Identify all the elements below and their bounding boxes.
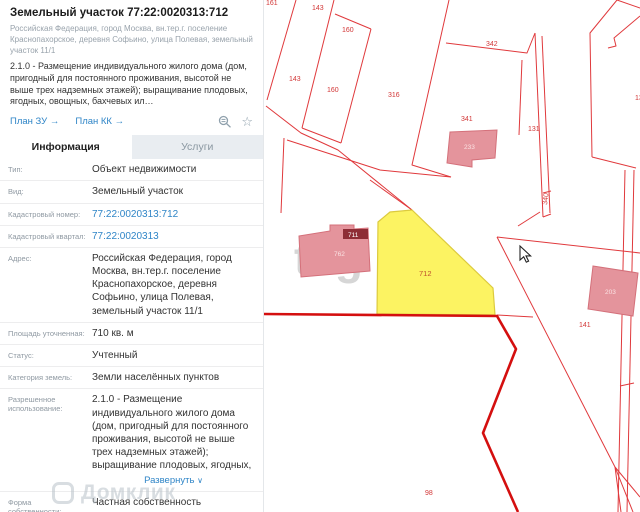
row-type: Тип: Объект недвижимости [0, 159, 263, 182]
row-kind: Вид: Земельный участок [0, 181, 263, 204]
plan-zu-link[interactable]: План ЗУ → [10, 116, 59, 127]
parcel-label-143-top: 143 [312, 5, 324, 12]
parcel-label-98: 98 [425, 490, 433, 497]
info-panel: Земельный участок 77:22:0020313:712 Росс… [0, 0, 264, 512]
favorite-star-icon[interactable]: ☆ [241, 115, 253, 128]
row-area: Площадь уточненная: 710 кв. м [0, 323, 263, 346]
chevron-down-icon: ∨ [197, 475, 203, 485]
preview-icon[interactable] [218, 115, 232, 128]
mouse-cursor [519, 244, 532, 263]
parcel-address-subtitle: Российская Федерация, город Москва, вн.т… [10, 24, 253, 55]
selected-parcel-label-712: 712 [419, 269, 432, 278]
row-land-category: Категория земель: Земли населённых пункт… [0, 367, 263, 390]
selected-parcel-712[interactable] [376, 209, 496, 316]
parcel-label-316: 316 [388, 92, 400, 99]
row-permitted-use: Разрешенное использование: 2.1.0 - Разме… [0, 389, 263, 493]
panel-tabs: Информация Услуги [0, 135, 263, 160]
map-canvas[interactable]: tag 711 762 233 203 161 143 160 143 160 … [264, 0, 640, 512]
cadastral-number-link[interactable]: 77:22:0020313:712 [92, 208, 263, 221]
building-label-233: 233 [464, 144, 475, 151]
parcel-label-143: 143 [289, 76, 301, 83]
plan-kk-link[interactable]: План КК → [75, 116, 124, 127]
tab-information[interactable]: Информация [0, 135, 132, 160]
parcel-label-340: 340 [542, 193, 550, 206]
building-label-711: 711 [348, 232, 359, 239]
cadastral-block-link[interactable]: 77:22:0020313 [92, 230, 263, 243]
row-status: Статус: Учтенный [0, 345, 263, 368]
parcel-label-160: 160 [327, 87, 339, 94]
cadastral-block-boundary [264, 312, 520, 512]
expand-link[interactable]: Развернуть ∨ [92, 475, 255, 488]
parcel-label-13-partial: 13 [635, 95, 640, 102]
parcel-label-131: 131 [528, 126, 540, 133]
parcel-usage-summary: 2.1.0 - Размещение индивидуального жилог… [10, 61, 248, 107]
row-address: Адрес: Российская Федерация, город Москв… [0, 248, 263, 323]
parcel-label-161: 161 [266, 0, 278, 7]
building-label-762: 762 [334, 251, 345, 258]
parcel-card-header: Земельный участок 77:22:0020313:712 Росс… [0, 0, 263, 135]
cadastral-map-app: Земельный участок 77:22:0020313:712 Росс… [0, 0, 640, 512]
building-label-203: 203 [605, 289, 616, 296]
page-title: Земельный участок 77:22:0020313:712 [10, 7, 229, 19]
parcel-label-160-top: 160 [342, 27, 354, 34]
tab-services[interactable]: Услуги [131, 135, 263, 160]
parcel-label-342: 342 [486, 41, 498, 48]
parcel-label-341: 341 [461, 116, 473, 123]
row-ownership: Форма собственности: Частная собственнос… [0, 492, 263, 512]
row-cadastral-block: Кадастровый квартал: 77:22:0020313 [0, 226, 263, 248]
parcel-label-141: 141 [579, 322, 591, 329]
row-cadastral-number: Кадастровый номер: 77:22:0020313:712 [0, 204, 263, 226]
attribute-table: Тип: Объект недвижимости Вид: Земельный … [0, 159, 263, 512]
